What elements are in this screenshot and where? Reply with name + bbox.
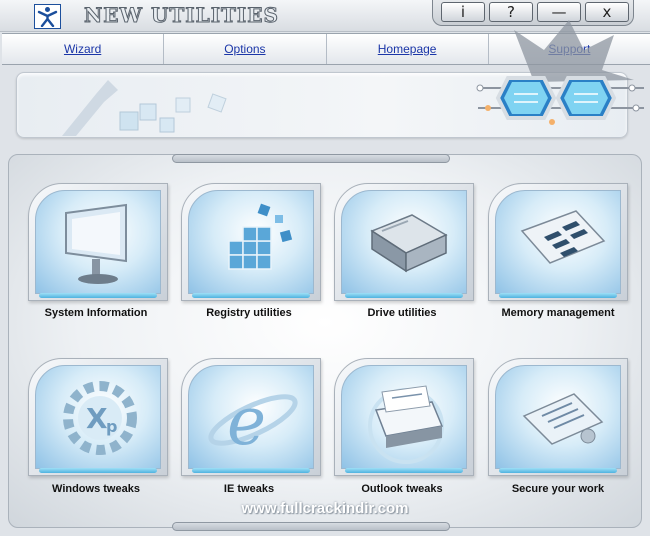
registry-utilities-label[interactable]: Registry utilities bbox=[169, 307, 329, 319]
nav-homepage-link[interactable]: Homepage bbox=[327, 34, 489, 64]
windows-tweaks-tile[interactable]: X p bbox=[28, 358, 168, 476]
panel-top-tab bbox=[172, 154, 450, 163]
tile-highlight-strip bbox=[345, 468, 463, 473]
nav-options-link[interactable]: Options bbox=[164, 34, 327, 64]
tile-highlight-strip bbox=[192, 468, 310, 473]
mail-icon bbox=[368, 385, 444, 464]
nav-wizard-link[interactable]: Wizard bbox=[2, 34, 165, 64]
memory-management-label[interactable]: Memory management bbox=[478, 307, 638, 319]
outlook-tweaks-tile[interactable] bbox=[334, 358, 474, 476]
system-information-label[interactable]: System Information bbox=[16, 307, 176, 319]
tile-highlight-strip bbox=[192, 293, 310, 298]
hard-drive-icon bbox=[370, 214, 448, 273]
wrench-cubes-banner-art bbox=[62, 80, 227, 136]
memory-chip-icon bbox=[520, 210, 606, 264]
certificate-icon bbox=[522, 393, 604, 445]
app-title: NEW UTILITIES bbox=[84, 3, 279, 28]
tile-highlight-strip bbox=[39, 293, 157, 298]
ie-tweaks-label[interactable]: IE tweaks bbox=[169, 483, 329, 495]
outlook-tweaks-label[interactable]: Outlook tweaks bbox=[322, 483, 482, 495]
monitor-icon bbox=[65, 203, 127, 284]
tile-highlight-strip bbox=[345, 293, 463, 298]
ie-tweaks-tile[interactable]: e bbox=[181, 358, 321, 476]
svg-text:e: e bbox=[227, 383, 266, 460]
tile-highlight-strip bbox=[39, 468, 157, 473]
panel-bottom-tab bbox=[172, 522, 450, 531]
info-icon: i bbox=[460, 3, 466, 21]
tile-highlight-strip bbox=[499, 293, 617, 298]
internet-explorer-icon: e bbox=[208, 383, 298, 460]
registry-utilities-tile[interactable] bbox=[181, 183, 321, 301]
tile-highlight-strip bbox=[499, 468, 617, 473]
system-information-tile[interactable] bbox=[28, 183, 168, 301]
svg-text:p: p bbox=[106, 417, 117, 436]
svg-text:X: X bbox=[86, 402, 108, 435]
drive-utilities-tile[interactable] bbox=[334, 183, 474, 301]
windows-tweaks-label[interactable]: Windows tweaks bbox=[16, 483, 176, 495]
drive-utilities-label[interactable]: Drive utilities bbox=[322, 307, 482, 319]
secure-your-work-tile[interactable] bbox=[488, 358, 628, 476]
hexagon-logo-art bbox=[476, 20, 644, 125]
memory-management-tile[interactable] bbox=[488, 183, 628, 301]
secure-your-work-label[interactable]: Secure your work bbox=[478, 483, 638, 495]
xp-gear-icon: X p bbox=[63, 381, 137, 455]
watermark-text: www.fullcrackindir.com bbox=[241, 500, 409, 517]
app-logo-icon bbox=[34, 4, 61, 29]
cubes-icon bbox=[228, 203, 293, 270]
